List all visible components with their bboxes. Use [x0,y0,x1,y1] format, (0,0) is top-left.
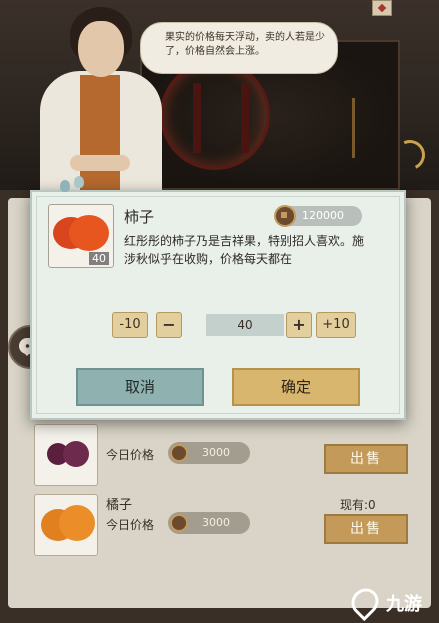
goods-row-orange: 橘子 今日价格 3000 现有:0 出售 [26,494,426,556]
shop-emblem [160,60,270,170]
item-description: 红彤彤的柿子乃是吉祥果，特别招人喜欢。施涉秋似乎在收购，价格每天都在 [124,234,365,266]
goods-price-pill: 3000 [168,512,250,534]
goods-stock: 现有:0 [340,498,376,512]
bird-icon [74,176,84,188]
goods-price-label: 今日价格 [106,448,155,462]
hanging-tag-icon[interactable] [372,0,392,16]
cancel-button[interactable]: 取消 [76,368,204,406]
bird-decoration [56,176,96,192]
minus-button[interactable]: − [156,312,182,338]
jiuyou-watermark: 九游 [345,582,436,622]
item-thumbnail: 40 [48,204,114,268]
sell-button[interactable]: 出售 [324,444,408,474]
quantity-input[interactable] [206,314,284,336]
watermark-text: 九游 [386,594,422,615]
coin-icon [274,205,296,227]
shop-scene: 果实的价格每天浮动，卖的人若是少了，价格自然会上涨。 [0,0,439,200]
plus-button[interactable]: + [286,312,312,338]
goods-name: 橘子 [106,498,133,513]
bird-icon [60,180,70,192]
item-quantity-badge: 40 [89,252,109,265]
goods-price-value: 3000 [202,516,230,529]
sell-dialog: 40 柿子 120000 红彤彤的柿子乃是吉祥果，特别招人喜欢。施涉秋似乎在收购… [30,176,406,420]
sell-button[interactable]: 出售 [324,514,408,544]
goods-thumb[interactable] [34,494,98,556]
confirm-button[interactable]: 确定 [232,368,360,406]
goods-thumb[interactable] [34,424,98,486]
coin-icon [170,514,188,532]
minus-10-button[interactable]: -10 [112,312,148,338]
goods-price-value: 3000 [202,446,230,459]
goods-price-pill: 3000 [168,442,250,464]
item-name: 柿子 [124,208,155,226]
item-price-value: 120000 [302,209,344,222]
goods-price-label: 今日价格 [106,518,155,532]
plus-10-button[interactable]: +10 [316,312,356,338]
coin-icon [170,444,188,462]
npc-speech-bubble: 果实的价格每天浮动，卖的人若是少了，价格自然会上涨。 [140,22,338,74]
jiuyou-logo-icon [345,582,385,622]
goods-row-plum: 今日价格 3000 出售 [26,424,426,486]
item-price-pill: 120000 [274,205,362,227]
npc-dialogue-text: 果实的价格每天浮动，卖的人若是少了，价格自然会上涨。 [165,32,325,57]
lantern-decoration [352,98,392,158]
